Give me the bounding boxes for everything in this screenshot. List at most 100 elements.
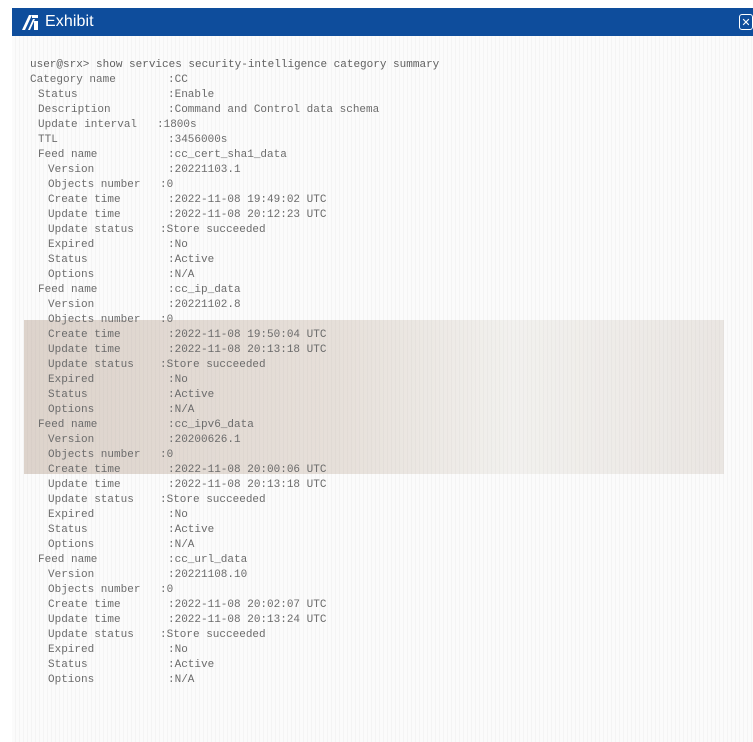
feed-objects-value: :0 [160,584,174,596]
feed-create-time-label: Create time [48,599,121,611]
feed-objects-value: :0 [160,179,174,191]
feed-options-value: :N/A [168,539,195,551]
category-ttl-label: TTL [38,134,58,146]
feed-name-row: Feed name :cc_ip_data [38,283,241,298]
feed-update-time-label: Update time [48,344,121,356]
feed-name-label: Feed name [38,149,98,161]
feed-update-time-value: :2022-11-08 20:13:18 UTC [168,479,327,491]
feed-expired-row: Expired :No [48,238,188,253]
feed-objects-row: Objects number :0 [48,448,173,463]
category-description-label: Description [38,104,111,116]
feed-status-value: :Active [168,254,215,266]
feed-create-time-row: Create time :2022-11-08 19:49:02 UTC [48,193,326,208]
feed-name-row: Feed name :cc_ipv6_data [38,418,254,433]
feed-update-time-label: Update time [48,209,121,221]
close-button[interactable]: ✕ [739,14,753,30]
feed-objects-row: Objects number :0 [48,583,173,598]
feed-create-time-row: Create time :2022-11-08 19:50:04 UTC [48,328,326,343]
feed-options-value: :N/A [168,269,195,281]
feed-expired-value: :No [168,374,188,386]
feed-create-time-row: Create time :2022-11-08 20:00:06 UTC [48,463,326,478]
feed-expired-value: :No [168,644,188,656]
feed-status-value: :Active [168,524,215,536]
feed-version-label: Version [48,299,95,311]
feed-expired-row: Expired :No [48,643,188,658]
category-name-value: :CC [168,74,188,86]
feed-version-row: Version :20200626.1 [48,433,241,448]
feed-status-label: Status [48,389,88,401]
feed-name-row: Feed name :cc_cert_sha1_data [38,148,287,163]
feed-name-value: :cc_url_data [168,554,248,566]
feed-expired-label: Expired [48,509,95,521]
feed-create-time-value: :2022-11-08 19:50:04 UTC [168,329,327,341]
feed-update-status-value: :Store succeeded [160,359,266,371]
feed-status-row: Status :Active [48,523,214,538]
feed-create-time-label: Create time [48,194,121,206]
feed-version-value: :20221108.10 [168,569,248,581]
feed-options-row: Options :N/A [48,673,194,688]
feed-version-row: Version :20221108.10 [48,568,247,583]
feed-objects-label: Objects number [48,179,141,191]
feed-update-time-row: Update time :2022-11-08 20:12:23 UTC [48,208,326,223]
feed-name-value: :cc_cert_sha1_data [168,149,287,161]
category-name-label: Category name [30,74,116,86]
feed-expired-value: :No [168,509,188,521]
feed-expired-label: Expired [48,239,95,251]
feed-expired-row: Expired :No [48,508,188,523]
feed-name-label: Feed name [38,284,98,296]
category-ttl-row: TTL :3456000s [38,133,227,148]
feed-update-status-row: Update status :Store succeeded [48,628,266,643]
category-description-row: Description :Command and Control data sc… [38,103,379,118]
feed-version-label: Version [48,434,95,446]
feed-update-status-label: Update status [48,629,134,641]
feed-options-row: Options :N/A [48,403,194,418]
category-update-interval-label: Update interval [38,119,138,131]
feed-options-label: Options [48,674,95,686]
feed-update-time-row: Update time :2022-11-08 20:13:18 UTC [48,343,326,358]
feed-update-status-label: Update status [48,494,134,506]
feed-name-label: Feed name [38,419,98,431]
category-name-row: Category name :CC [30,73,188,88]
feed-name-value: :cc_ipv6_data [168,419,254,431]
feed-name-row: Feed name :cc_url_data [38,553,247,568]
feed-expired-value: :No [168,239,188,251]
feed-objects-label: Objects number [48,584,141,596]
category-status-row: Status :Enable [38,88,214,103]
feed-options-row: Options :N/A [48,268,194,283]
feed-status-row: Status :Active [48,388,214,403]
feed-update-status-value: :Store succeeded [160,494,266,506]
feed-status-label: Status [48,659,88,671]
feed-objects-row: Objects number :0 [48,313,173,328]
feed-status-label: Status [48,254,88,266]
feed-objects-label: Objects number [48,449,141,461]
feed-expired-label: Expired [48,644,95,656]
feed-update-status-row: Update status :Store succeeded [48,223,266,238]
category-update-interval-value: :1800s [157,119,197,131]
category-description-value: :Command and Control data schema [168,104,380,116]
category-status-label: Status [38,89,78,101]
feed-status-value: :Active [168,389,215,401]
feed-create-time-value: :2022-11-08 19:49:02 UTC [168,194,327,206]
feed-version-row: Version :20221103.1 [48,163,241,178]
category-update-interval-row: Update interval :1800s [38,118,197,133]
feed-update-time-row: Update time :2022-11-08 20:13:18 UTC [48,478,326,493]
feed-expired-row: Expired :No [48,373,188,388]
title-bar: Exhibit ✕ [12,8,753,36]
feed-update-status-row: Update status :Store succeeded [48,358,266,373]
feed-version-value: :20221103.1 [168,164,241,176]
feed-update-time-label: Update time [48,614,121,626]
feed-update-time-label: Update time [48,479,121,491]
category-ttl-value: :3456000s [168,134,228,146]
feed-name-value: :cc_ip_data [168,284,241,296]
feed-create-time-value: :2022-11-08 20:00:06 UTC [168,464,327,476]
feed-update-time-value: :2022-11-08 20:13:24 UTC [168,614,327,626]
feed-options-label: Options [48,404,95,416]
feed-version-value: :20221102.8 [168,299,241,311]
feed-create-time-label: Create time [48,464,121,476]
feed-version-label: Version [48,569,95,581]
feed-create-time-row: Create time :2022-11-08 20:02:07 UTC [48,598,326,613]
feed-objects-value: :0 [160,449,174,461]
feed-update-time-value: :2022-11-08 20:12:23 UTC [168,209,327,221]
feed-create-time-label: Create time [48,329,121,341]
window-title: Exhibit [45,13,94,30]
